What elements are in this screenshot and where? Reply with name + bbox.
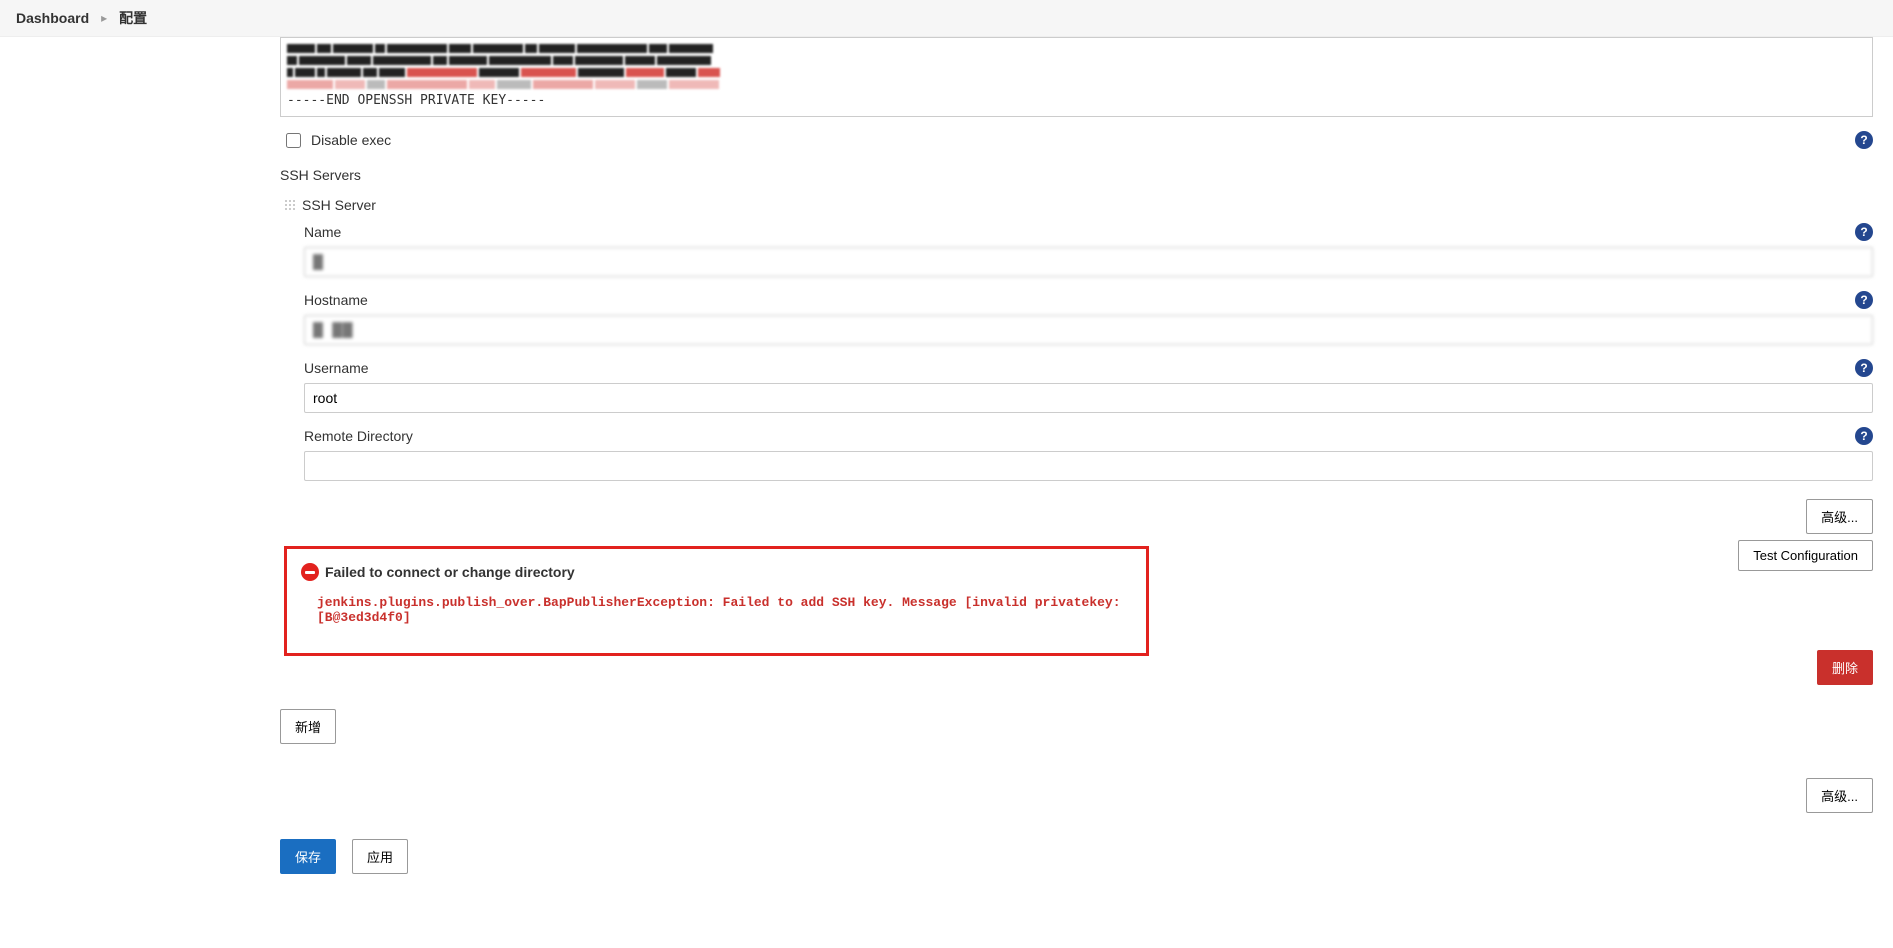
username-input[interactable] xyxy=(304,383,1873,413)
private-key-end-marker: -----END OPENSSH PRIVATE KEY----- xyxy=(287,92,1866,110)
error-box: Failed to connect or change directory je… xyxy=(284,546,1149,656)
help-icon[interactable]: ? xyxy=(1855,359,1873,377)
drag-handle-icon[interactable] xyxy=(284,199,296,211)
name-label: Name xyxy=(304,224,341,240)
error-icon xyxy=(301,563,319,581)
remote-directory-label: Remote Directory xyxy=(304,428,413,444)
field-remote-directory: Remote Directory ? xyxy=(284,427,1873,481)
test-configuration-button[interactable]: Test Configuration xyxy=(1738,540,1873,571)
ssh-server-label: SSH Server xyxy=(302,197,376,213)
breadcrumb-config[interactable]: 配置 xyxy=(119,8,147,28)
disable-exec-checkbox[interactable] xyxy=(286,133,301,148)
private-key-textarea[interactable]: -----END OPENSSH PRIVATE KEY----- xyxy=(280,37,1873,117)
ssh-server-block: SSH Server Name ? Hostname ? Username ? xyxy=(280,193,1873,685)
name-input[interactable] xyxy=(304,247,1873,277)
disable-exec-row: Disable exec ? xyxy=(280,117,1873,163)
disable-exec-label: Disable exec xyxy=(311,132,391,148)
save-button[interactable]: 保存 xyxy=(280,839,336,874)
breadcrumb: Dashboard ▸ 配置 xyxy=(0,0,1893,37)
field-name: Name ? xyxy=(284,223,1873,277)
ssh-servers-heading: SSH Servers xyxy=(280,163,1873,193)
chevron-right-icon: ▸ xyxy=(101,11,107,25)
delete-button[interactable]: 删除 xyxy=(1817,650,1873,685)
help-icon[interactable]: ? xyxy=(1855,291,1873,309)
help-icon[interactable]: ? xyxy=(1855,223,1873,241)
field-hostname: Hostname ? xyxy=(284,291,1873,345)
footer-actions: 保存 应用 xyxy=(280,833,1873,914)
error-body: jenkins.plugins.publish_over.BapPublishe… xyxy=(301,581,1132,625)
username-label: Username xyxy=(304,360,369,376)
hostname-input[interactable] xyxy=(304,315,1873,345)
add-button[interactable]: 新增 xyxy=(280,709,336,744)
advanced-bottom-button[interactable]: 高级... xyxy=(1806,778,1873,813)
main-content: -----END OPENSSH PRIVATE KEY----- Disabl… xyxy=(280,37,1873,914)
help-icon[interactable]: ? xyxy=(1855,427,1873,445)
breadcrumb-dashboard[interactable]: Dashboard xyxy=(16,10,89,26)
hostname-label: Hostname xyxy=(304,292,368,308)
error-title: Failed to connect or change directory xyxy=(325,564,575,580)
remote-directory-input[interactable] xyxy=(304,451,1873,481)
apply-button[interactable]: 应用 xyxy=(352,839,408,874)
advanced-button[interactable]: 高级... xyxy=(1806,499,1873,534)
help-icon[interactable]: ? xyxy=(1855,131,1873,149)
field-username: Username ? xyxy=(284,359,1873,413)
